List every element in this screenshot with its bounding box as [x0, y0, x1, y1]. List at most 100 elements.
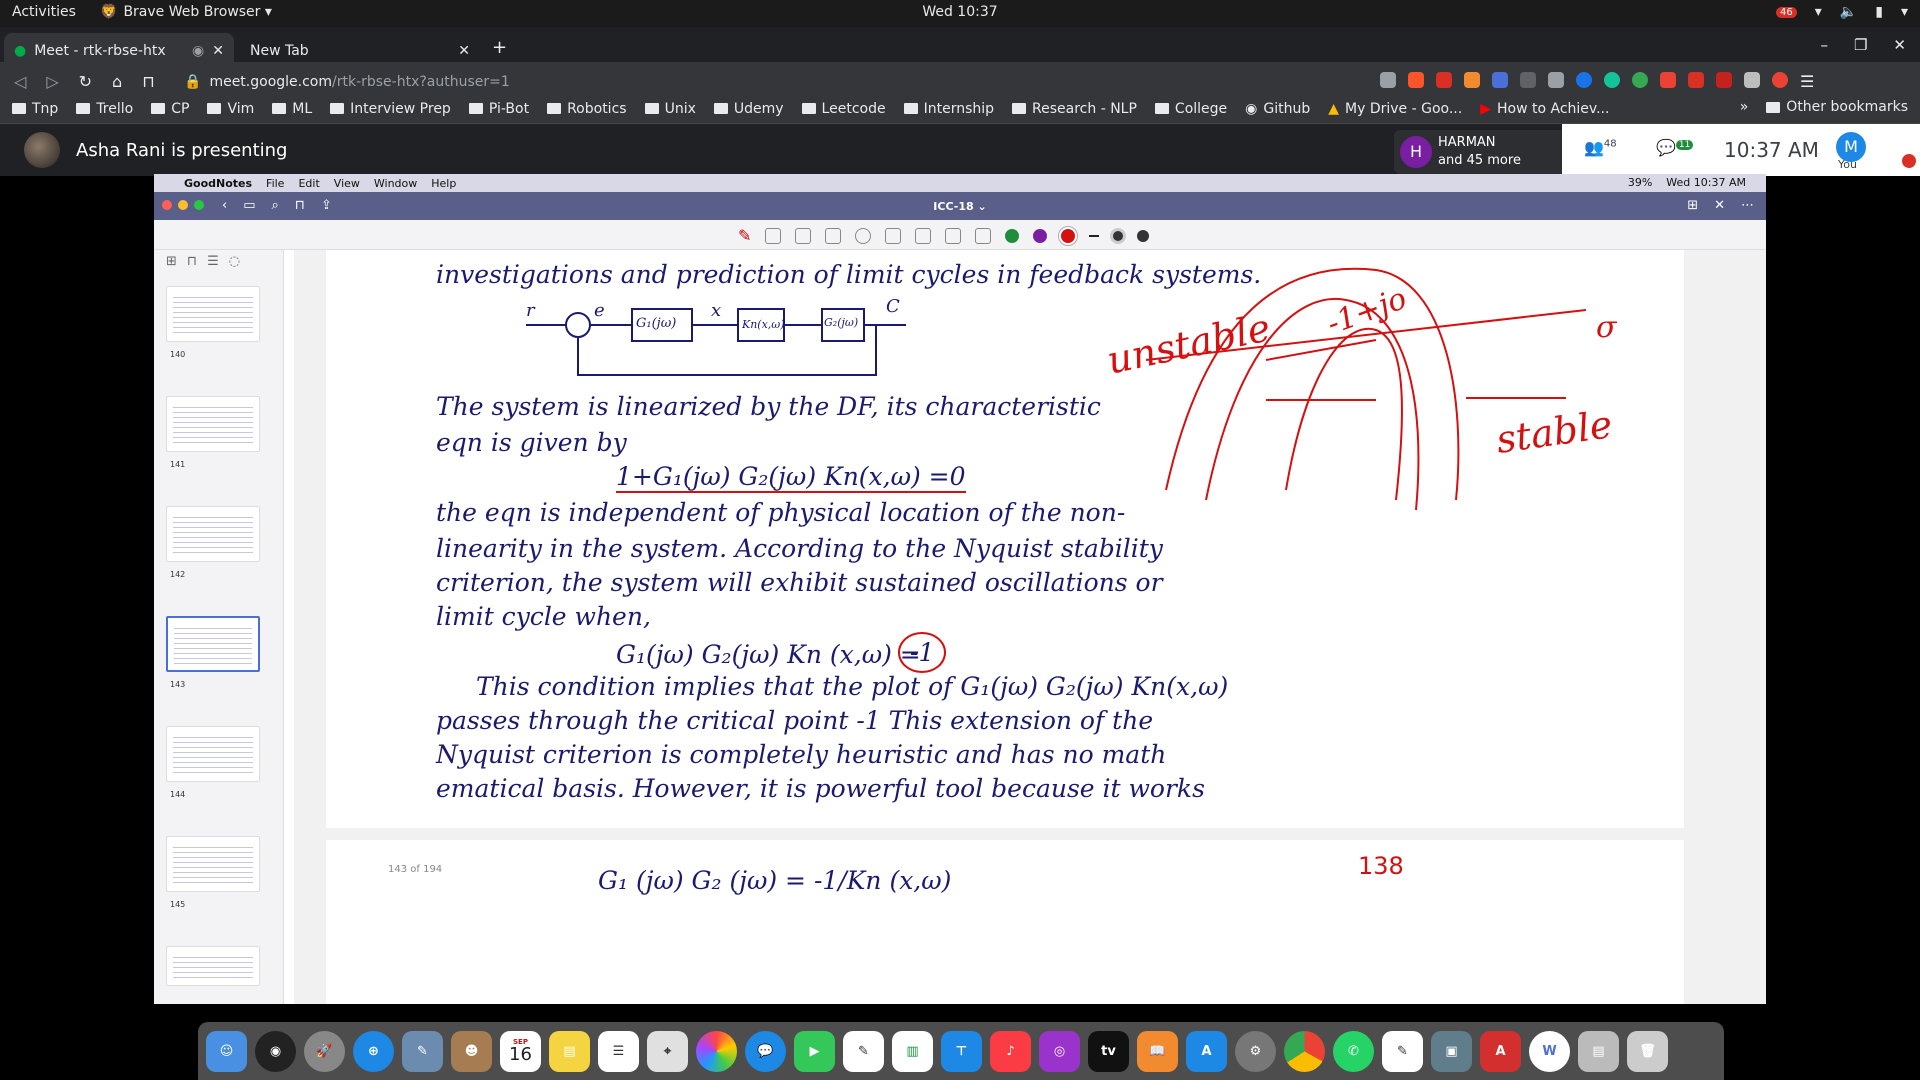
- label-sigma: σ: [1596, 310, 1617, 345]
- participant-more: and 45 more: [1438, 153, 1521, 168]
- tab-close-icon[interactable]: ✕: [212, 43, 224, 59]
- finder-icon: ☺: [206, 1030, 247, 1072]
- thumb-number: 141: [170, 460, 186, 469]
- page-thumbnail: [166, 726, 260, 782]
- address-bar[interactable]: 🔒 meet.google.com/rtk-rbse-htx?authuser=…: [176, 68, 1396, 96]
- document-title: ICC-18 ⌄: [933, 200, 987, 213]
- extension-icon[interactable]: [1464, 72, 1480, 88]
- extension-icon[interactable]: [1604, 72, 1620, 88]
- bookmark-item[interactable]: Leetcode: [801, 101, 886, 117]
- bookmark-item[interactable]: Udemy: [713, 101, 784, 117]
- highlighter-icon: [795, 227, 812, 244]
- bookmark-item[interactable]: Research - NLP: [1012, 101, 1137, 117]
- close-icon: ✕: [1714, 198, 1725, 213]
- extension-icon[interactable]: [1492, 72, 1508, 88]
- home-icon[interactable]: ⌂: [112, 72, 122, 91]
- new-tab-button[interactable]: +: [492, 37, 507, 58]
- bookmark-item[interactable]: Trello: [76, 101, 133, 117]
- mac-menu-item: Window: [373, 176, 418, 190]
- close-window-icon[interactable]: ✕: [1893, 36, 1906, 54]
- grammarly-icon[interactable]: [1576, 72, 1592, 88]
- minimize-icon[interactable]: –: [1820, 36, 1828, 54]
- acrobat-icon: A: [1480, 1030, 1521, 1072]
- color-purple: [1033, 228, 1048, 243]
- folder-icon: [547, 103, 562, 114]
- bookmark-item[interactable]: Unix: [644, 101, 696, 117]
- bookmark-item[interactable]: Vim: [207, 101, 254, 117]
- bookmark-icon: ⊓: [186, 254, 198, 269]
- bookmark-item[interactable]: CP: [151, 101, 189, 117]
- system-tray[interactable]: 46 ▾ 🔈 ▮ ▾: [1776, 4, 1908, 20]
- participant-tile[interactable]: H HARMAN and 45 more: [1394, 130, 1562, 174]
- bookmark-item[interactable]: College: [1154, 101, 1227, 117]
- extension-icon[interactable]: [1744, 72, 1760, 88]
- extension-icon[interactable]: [1660, 72, 1676, 88]
- brave-rewards-icon[interactable]: [1436, 72, 1452, 88]
- url-path: /rtk-rbse-htx?authuser=1: [332, 74, 510, 90]
- extension-icon[interactable]: [1716, 72, 1732, 88]
- extension-icon[interactable]: [1772, 72, 1788, 88]
- menu-icon[interactable]: ☰: [1800, 72, 1814, 91]
- extension-icon[interactable]: [1548, 72, 1564, 88]
- tab-title: Meet - rtk-rbse-htx: [34, 42, 166, 59]
- books-icon: 📖: [1137, 1030, 1178, 1072]
- bookmark-item[interactable]: Tnp: [12, 101, 58, 117]
- bookmarks-bar: Tnp Trello CP Vim ML Interview Prep Pi-B…: [0, 94, 1920, 124]
- thumb-number: 140: [170, 350, 186, 359]
- image-icon: [885, 227, 902, 244]
- restore-icon[interactable]: ❐: [1854, 36, 1867, 54]
- back-icon[interactable]: ◁: [14, 72, 26, 91]
- calendar-day: 16: [509, 1043, 532, 1065]
- extensions: ☰: [1380, 72, 1814, 91]
- system-top-bar: Activities 🦁 Brave Web Browser ▾ Wed 10:3…: [0, 0, 1920, 27]
- nyquist-sketch: [1146, 267, 1587, 511]
- preview-icon: ✎: [402, 1030, 443, 1072]
- bookmark-item[interactable]: ▲ My Drive - Goo...: [1328, 101, 1462, 117]
- bookmark-item[interactable]: Interview Prep: [330, 101, 451, 117]
- extension-icon[interactable]: [1688, 72, 1704, 88]
- other-bookmarks[interactable]: Other bookmarks: [1766, 99, 1908, 115]
- bookmark-item[interactable]: Pi-Bot: [468, 101, 529, 117]
- gn-right-icons: ⊞ ✕ ⋯: [1687, 198, 1754, 213]
- note-line: criterion, the system will exhibit susta…: [436, 568, 1163, 597]
- people-button[interactable]: 👥48: [1584, 138, 1617, 157]
- mac-menu-item: Edit: [298, 176, 320, 190]
- camera-icon[interactable]: [1380, 72, 1396, 88]
- extension-icon[interactable]: [1520, 72, 1536, 88]
- page-number: 138: [1358, 852, 1404, 880]
- note-line: passes through the critical point -1 Thi…: [436, 706, 1154, 735]
- presenting-label: Asha Rani is presenting: [76, 140, 288, 161]
- meet-favicon: ●: [14, 42, 27, 59]
- extension-icon[interactable]: [1632, 72, 1648, 88]
- tv-icon: tv: [1088, 1030, 1129, 1072]
- folder-icon: [1154, 103, 1169, 114]
- meet-time: 10:37 AM: [1724, 138, 1819, 162]
- minus-one-circled: -1: [898, 632, 947, 673]
- page-area: investigations and prediction of limit c…: [294, 250, 1766, 1004]
- tab-close-icon[interactable]: ✕: [458, 43, 470, 59]
- bookmark-item[interactable]: ▶ How to Achiev...: [1480, 101, 1609, 117]
- forward-icon[interactable]: ▷: [46, 72, 58, 91]
- bookmark-icon[interactable]: ⊓: [142, 72, 154, 91]
- folder-icon: [801, 103, 816, 114]
- block-g2: G₂(jω): [824, 316, 859, 329]
- folder-icon: [76, 103, 91, 114]
- brave-shields-icon[interactable]: [1408, 72, 1424, 88]
- appstore-icon: A: [1186, 1030, 1227, 1072]
- note-line: ematical basis. However, it is powerful …: [436, 774, 1205, 803]
- folder-icon: [468, 103, 483, 114]
- bookmark-item[interactable]: ◉ Github: [1245, 101, 1310, 117]
- folder-icon: [903, 103, 918, 114]
- folder-icon: [644, 103, 659, 114]
- chat-count: 11: [1675, 139, 1694, 150]
- lock-icon: 🔒: [184, 74, 202, 90]
- chat-button[interactable]: 💬 11: [1656, 138, 1694, 157]
- bookmark-item[interactable]: Internship: [903, 101, 994, 117]
- bookmark-item[interactable]: ML: [272, 101, 312, 117]
- battery-icon: ▮: [1875, 4, 1883, 20]
- more-bookmarks-button[interactable]: »: [1740, 99, 1749, 115]
- reload-icon[interactable]: ↻: [79, 72, 92, 91]
- thumb-number: 144: [170, 790, 186, 799]
- system-clock[interactable]: Wed 10:37: [0, 4, 1920, 20]
- bookmark-item[interactable]: Robotics: [547, 101, 627, 117]
